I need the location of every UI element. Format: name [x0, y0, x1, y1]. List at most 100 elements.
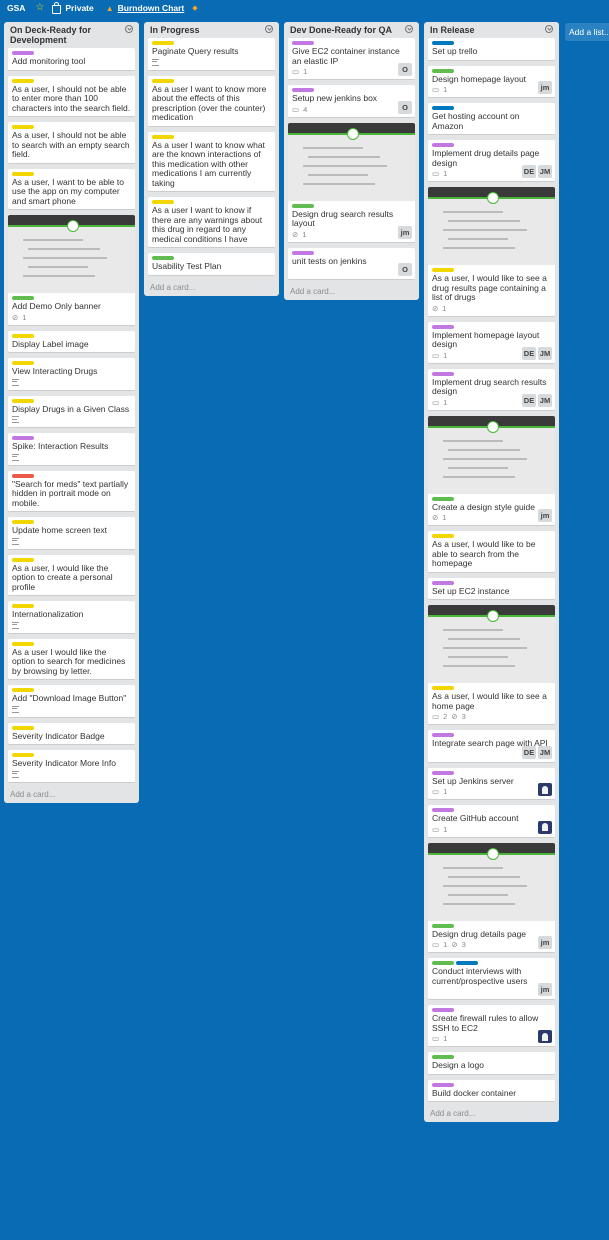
card[interactable]: As a user, I would like to see a home pa… [428, 605, 555, 725]
card[interactable]: Implement drug search results design ▭ 1 JM… [428, 368, 555, 411]
list-title[interactable]: In Release [430, 25, 541, 35]
card[interactable]: As a user I want to know more about the … [148, 75, 275, 127]
label-purple [432, 580, 454, 585]
card[interactable]: Design a logo [428, 1052, 555, 1075]
card[interactable]: Conduct interviews with current/prospect… [428, 958, 555, 1000]
card[interactable]: As a user, I would like to see a drug re… [428, 187, 555, 317]
card[interactable]: Get hosting account on Amazon [428, 103, 555, 135]
member-avatar[interactable]: DE [522, 346, 536, 360]
card[interactable]: Implement drug details page design ▭ 1 JM DE [428, 140, 555, 182]
add-card-link[interactable]: Add a card... [288, 285, 415, 300]
cover-line [443, 629, 503, 631]
label-yellow [12, 361, 34, 365]
list-title[interactable]: In Progress [150, 25, 261, 35]
card[interactable]: Design drug details page ▭ 1 ⊘ 3 jm [428, 842, 555, 953]
member-avatar[interactable]: jm [538, 936, 552, 949]
list-menu-icon[interactable] [405, 25, 413, 33]
star-icon[interactable]: ☆ [35, 3, 44, 13]
card-title: Create GitHub account [432, 813, 519, 823]
label-green [432, 68, 454, 73]
description-icon [12, 453, 19, 461]
card[interactable]: Create GitHub account ▭ 1 [428, 805, 555, 838]
comment-icon: ▭ [432, 787, 440, 796]
card[interactable]: Display Label image [8, 330, 135, 353]
card-labels [12, 398, 131, 403]
card[interactable]: Build docker container [428, 1079, 555, 1102]
card[interactable]: Internationalization [8, 601, 135, 634]
member-avatar[interactable]: jm [538, 983, 552, 996]
visibility-button[interactable]: Private [65, 3, 93, 13]
burndown-chart-link[interactable]: Burndown Chart [118, 3, 185, 13]
card[interactable]: As a user, I should not be able to enter… [8, 75, 135, 117]
card[interactable]: As a user, I should not be able to searc… [8, 122, 135, 164]
card[interactable]: Implement homepage layout design ▭ 1 JM DE [428, 321, 555, 364]
card[interactable]: Severity Indicator Badge [8, 722, 135, 745]
card[interactable]: Set up Jenkins server ▭ 1 [428, 767, 555, 800]
card[interactable]: Create firewall rules to allow SSH to EC… [428, 1005, 555, 1047]
board-title[interactable]: GSA [7, 3, 25, 13]
card[interactable]: Add "Download Image Button" [8, 685, 135, 718]
cover-line [443, 866, 503, 869]
card[interactable]: Paginate Query results [148, 38, 275, 71]
member-avatar[interactable]: DE [522, 165, 536, 178]
card[interactable]: unit tests on jenkins O [288, 247, 415, 280]
list-menu-icon[interactable] [125, 25, 133, 33]
card[interactable]: As a user, I would like the option to cr… [8, 554, 135, 596]
member-avatar[interactable]: DE [522, 393, 536, 407]
member-avatar[interactable]: jm [538, 509, 552, 522]
add-list-button[interactable]: Add a list... [565, 23, 609, 41]
member-avatar-image[interactable] [538, 820, 552, 834]
member-avatar[interactable]: JM [538, 165, 552, 178]
list-menu-icon[interactable] [265, 25, 273, 33]
card[interactable]: Spike: Interaction Results [8, 433, 135, 466]
description-icon [152, 58, 159, 66]
add-card-link[interactable]: Add a card... [8, 788, 135, 803]
add-card-link[interactable]: Add a card... [148, 281, 275, 296]
list-title[interactable]: Dev Done-Ready for QA [290, 25, 401, 35]
card[interactable]: Usability Test Plan [148, 253, 275, 276]
member-avatar[interactable]: JM [538, 745, 552, 759]
card[interactable]: Update home screen text [8, 517, 135, 550]
card[interactable]: Severity Indicator More Info [8, 750, 135, 783]
member-avatar[interactable]: O [398, 63, 412, 76]
card[interactable]: As a user, I want to be able to use the … [8, 168, 135, 210]
card[interactable]: Design drug search results layout ⊘ 1 jm [288, 122, 415, 243]
member-avatar[interactable]: JM [538, 393, 552, 407]
card[interactable]: Setup new jenkins box ▭ 4 O [288, 85, 415, 118]
card-badges: ▭ 1 [432, 825, 551, 834]
member-avatar[interactable]: jm [538, 81, 552, 94]
card-title: Get hosting account on Amazon [432, 111, 520, 131]
member-avatar[interactable]: DE [522, 745, 536, 759]
member-avatar[interactable]: O [398, 100, 412, 114]
member-avatar[interactable]: jm [398, 225, 412, 239]
card[interactable]: As a user, I would like to be able to se… [428, 531, 555, 573]
card[interactable]: As a user I want to know what are the kn… [148, 131, 275, 192]
card[interactable]: Create a design style guide ⊘ 1 jm [428, 415, 555, 526]
card[interactable]: Design homepage layout ▭ 1 jm [428, 65, 555, 98]
card-title: As a user, I should not be able to searc… [12, 130, 130, 159]
card-title: Add Demo Only banner [12, 301, 101, 311]
member-avatar[interactable]: O [398, 263, 412, 276]
card[interactable]: Set up EC2 instance [428, 577, 555, 600]
card[interactable]: Integrate search page with API JM DE [428, 730, 555, 763]
card-title: As a user, I would like to be able to se… [432, 539, 536, 568]
pin-icon[interactable]: ◆ [192, 4, 197, 12]
label-yellow [152, 134, 174, 139]
member-avatar[interactable]: JM [538, 346, 552, 360]
add-card-link[interactable]: Add a card... [428, 1107, 555, 1122]
member-avatar-image[interactable] [538, 783, 552, 796]
card[interactable]: "Search for meds" text partially hidden … [8, 470, 135, 512]
card-badges [12, 453, 131, 462]
card[interactable]: View Interacting Drugs [8, 358, 135, 391]
card[interactable]: Set up trello [428, 38, 555, 61]
card[interactable]: As a user I want to know if there are an… [148, 197, 275, 248]
list-title[interactable]: On Deck-Ready for Development [10, 25, 121, 45]
card[interactable]: Give EC2 container instance an elastic I… [288, 38, 415, 80]
card-title: Build docker container [432, 1087, 517, 1098]
card[interactable]: As a user I would like the option to sea… [8, 638, 135, 680]
list-menu-icon[interactable] [545, 25, 553, 33]
card[interactable]: Display Drugs in a Given Class [8, 395, 135, 428]
member-avatar-image[interactable] [538, 1030, 552, 1043]
card[interactable]: Add Demo Only banner ⊘ 1 [8, 215, 135, 326]
card[interactable]: Add monitoring tool [8, 48, 135, 71]
